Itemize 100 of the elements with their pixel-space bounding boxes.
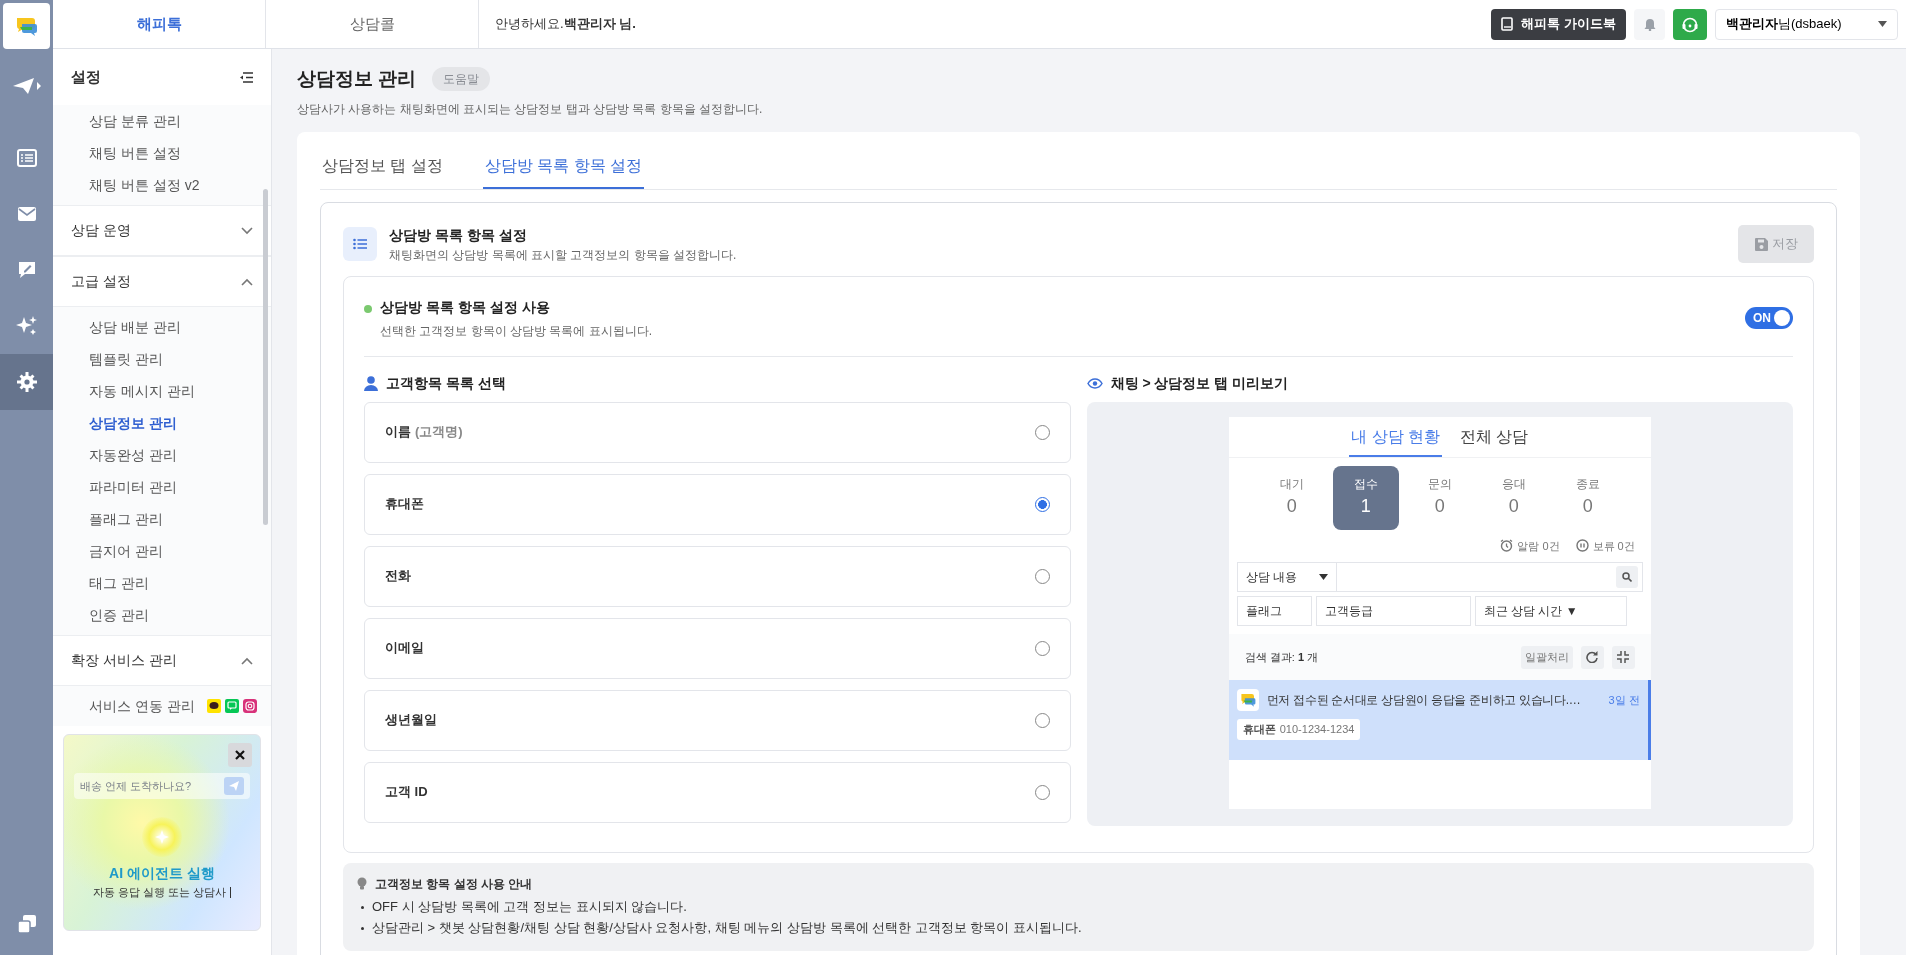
refresh-icon	[1586, 651, 1599, 663]
light-bulb-icon	[357, 877, 367, 890]
chat-bubble-icon	[206, 699, 221, 713]
sidebar-group[interactable]: 고급 설정	[53, 256, 271, 307]
column-title: 고객항목 목록 선택	[386, 373, 506, 393]
status-counter[interactable]: 종료 0	[1554, 465, 1621, 530]
bullet-icon	[361, 926, 364, 930]
toggle-switch[interactable]: ON	[1745, 307, 1793, 329]
bulk-action-button[interactable]: 일괄처리	[1520, 645, 1573, 669]
sidebar-item[interactable]: 템플릿 관리	[53, 343, 271, 375]
headset-icon	[1682, 16, 1698, 33]
option-label: 이메일	[385, 639, 424, 658]
radio-button[interactable]	[1034, 568, 1050, 584]
usage-title: 상담방 목록 항목 설정 사용	[380, 297, 551, 317]
option-label: 휴대폰	[385, 495, 424, 514]
list-icon	[16, 149, 37, 167]
scrollbar[interactable]	[263, 189, 268, 525]
option-label: 고객 ID	[385, 783, 428, 802]
notice-item: 상담관리 > 챗봇 상담현황/채팅 상담 현황/상담사 요청사항, 채팅 메뉴의 상담방 목록에 선택한 고객정보 항목이 표시됩니다.	[372, 919, 1082, 938]
close-button[interactable]	[228, 743, 252, 767]
hold-count: 보류 0건	[1592, 538, 1635, 554]
sidebar-group[interactable]: 확장 서비스 관리	[53, 635, 271, 686]
option-label: 전화	[385, 567, 411, 586]
chevron-down-icon	[241, 226, 253, 235]
radio-button[interactable]	[1034, 784, 1050, 800]
tab[interactable]: 상담정보 탭 설정	[320, 143, 445, 189]
option-card[interactable]: 고객 ID	[364, 761, 1071, 823]
option-card[interactable]: 이메일	[364, 617, 1071, 679]
radio-button[interactable]	[1034, 640, 1050, 656]
radio-button[interactable]	[1034, 712, 1050, 728]
filter-field[interactable]: 플래그	[1236, 596, 1312, 626]
filter-field[interactable]: 고객등급	[1315, 596, 1471, 626]
sidebar-item[interactable]: 파라미터 관리	[53, 471, 271, 503]
chevron-up-icon	[241, 656, 253, 665]
option-label: 생년월일	[385, 711, 437, 730]
compress-icon	[1617, 651, 1630, 663]
filter-field[interactable]: 최근 상담 시간 ▼	[1474, 596, 1627, 626]
bullet-icon	[361, 905, 364, 909]
sidebar-item[interactable]: 채팅 버튼 설정	[53, 137, 271, 169]
radio-button[interactable]	[1034, 424, 1050, 440]
logo[interactable]	[3, 3, 50, 49]
option-card[interactable]: 전화	[364, 545, 1071, 607]
room-message: 먼저 접수된 순서대로 상담원이 응답을 준비하고 있습니다.…	[1266, 692, 1582, 709]
radio-button[interactable]	[1034, 496, 1050, 512]
sidebar-item[interactable]: 상담 배분 관리	[53, 311, 271, 343]
sidebar-item[interactable]: 인증 관리	[53, 599, 271, 631]
collapse-icon[interactable]	[239, 71, 253, 83]
chat-bubbles-icon	[1236, 689, 1259, 711]
eye-icon	[1086, 377, 1103, 389]
notice-title: 고객정보 항목 설정 사용 안내	[375, 875, 533, 893]
sidebar-item[interactable]: 자동 메시지 관리	[53, 375, 271, 407]
close-icon	[235, 750, 245, 760]
chat-edit-icon	[16, 260, 37, 280]
sidebar-item[interactable]: 채팅 버튼 설정 v2	[53, 169, 271, 201]
sparkle-icon	[15, 315, 38, 337]
caret-icon	[1878, 21, 1887, 27]
alarm-clock-icon	[1500, 539, 1514, 553]
sidebar-item[interactable]: 자동완성 관리	[53, 439, 271, 471]
preview-tab[interactable]: 내 상담 현황	[1349, 418, 1442, 457]
room-time: 3일 전	[1608, 692, 1640, 708]
alarm-count: 알람 0건	[1517, 538, 1560, 554]
guide-button[interactable]: 해피톡 가이드북	[1491, 8, 1626, 40]
text-cursor	[230, 886, 232, 898]
tab[interactable]: 상담방 목록 항목 설정	[482, 143, 645, 189]
sidebar-item[interactable]: 플래그 관리	[53, 503, 271, 535]
section-title: 상담방 목록 항목 설정	[389, 225, 528, 245]
sidebar-item[interactable]: 금지어 관리	[53, 535, 271, 567]
bell-icon	[1643, 18, 1656, 32]
collapse-button[interactable]	[1611, 645, 1635, 669]
message-icon	[224, 699, 239, 713]
tag-value: 010-1234-1234	[1279, 722, 1355, 737]
settings-menu-button[interactable]	[0, 354, 53, 410]
sidebar-item[interactable]: 상담 분류 관리	[53, 105, 271, 137]
status-counter[interactable]: 응대 0	[1480, 465, 1547, 530]
sidebar-item[interactable]: 상담정보 관리	[53, 407, 271, 439]
status-counter[interactable]: 대기 0	[1258, 465, 1325, 530]
user-menu[interactable]: 백관리자님(dsbaek)	[1715, 8, 1898, 40]
pause-icon	[1575, 539, 1589, 553]
status-counter[interactable]: 접수 1	[1332, 465, 1399, 530]
option-card[interactable]: 휴대폰	[364, 473, 1071, 535]
camera-icon	[242, 699, 257, 713]
sidebar-item[interactable]: 태그 관리	[53, 567, 271, 599]
sidebar-group[interactable]: 상담 운영	[53, 205, 271, 256]
refresh-button[interactable]	[1580, 645, 1604, 669]
send-icon	[11, 76, 42, 96]
sparkle-icon	[142, 817, 182, 857]
chat-room-item[interactable]: 먼저 접수된 순서대로 상담원이 응답을 준비하고 있습니다.… 3일 전 휴대폰 010-1234-1234	[1228, 680, 1651, 760]
book-icon	[1501, 17, 1514, 31]
preview-tab[interactable]: 전체 상담	[1457, 418, 1531, 457]
sidebar-title: 설정	[71, 66, 101, 87]
option-card[interactable]: 생년월일	[364, 689, 1071, 751]
status-counter[interactable]: 문의 0	[1406, 465, 1473, 530]
notification-button[interactable]	[1634, 8, 1665, 40]
ai-agent-banner[interactable]: 배송 언제 도착하나요? AI 에이전트 실행 자동 응답 실행 또는 상담사	[63, 734, 261, 931]
usage-description: 선택한 고객정보 항목이 상담방 목록에 표시됩니다.	[380, 322, 652, 340]
tag-label: 휴대폰	[1242, 722, 1276, 737]
chevron-up-icon	[241, 277, 253, 286]
option-label: 이름	[385, 423, 411, 442]
support-button[interactable]	[1673, 8, 1707, 40]
option-card[interactable]: 이름 (고객명)	[364, 401, 1071, 463]
